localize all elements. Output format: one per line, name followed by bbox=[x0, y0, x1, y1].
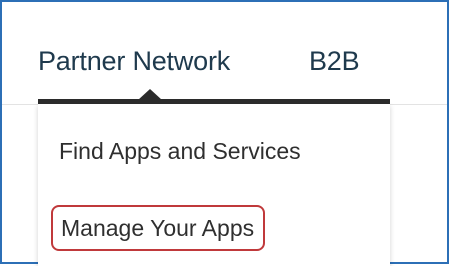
menu-item-manage-your-apps[interactable]: Manage Your Apps bbox=[51, 205, 266, 251]
caret-up-icon bbox=[138, 89, 162, 100]
screenshot-frame: Partner Network B2B Find Apps and Servic… bbox=[0, 0, 449, 266]
tab-b2b[interactable]: B2B bbox=[309, 46, 360, 77]
top-nav: Partner Network B2B bbox=[2, 2, 447, 104]
tab-partner-network[interactable]: Partner Network bbox=[38, 46, 230, 77]
menu-item-find-apps-and-services[interactable]: Find Apps and Services bbox=[59, 138, 301, 165]
active-tab-underline bbox=[38, 99, 390, 104]
partner-network-dropdown: Find Apps and Services Manage Your Apps bbox=[38, 104, 390, 266]
